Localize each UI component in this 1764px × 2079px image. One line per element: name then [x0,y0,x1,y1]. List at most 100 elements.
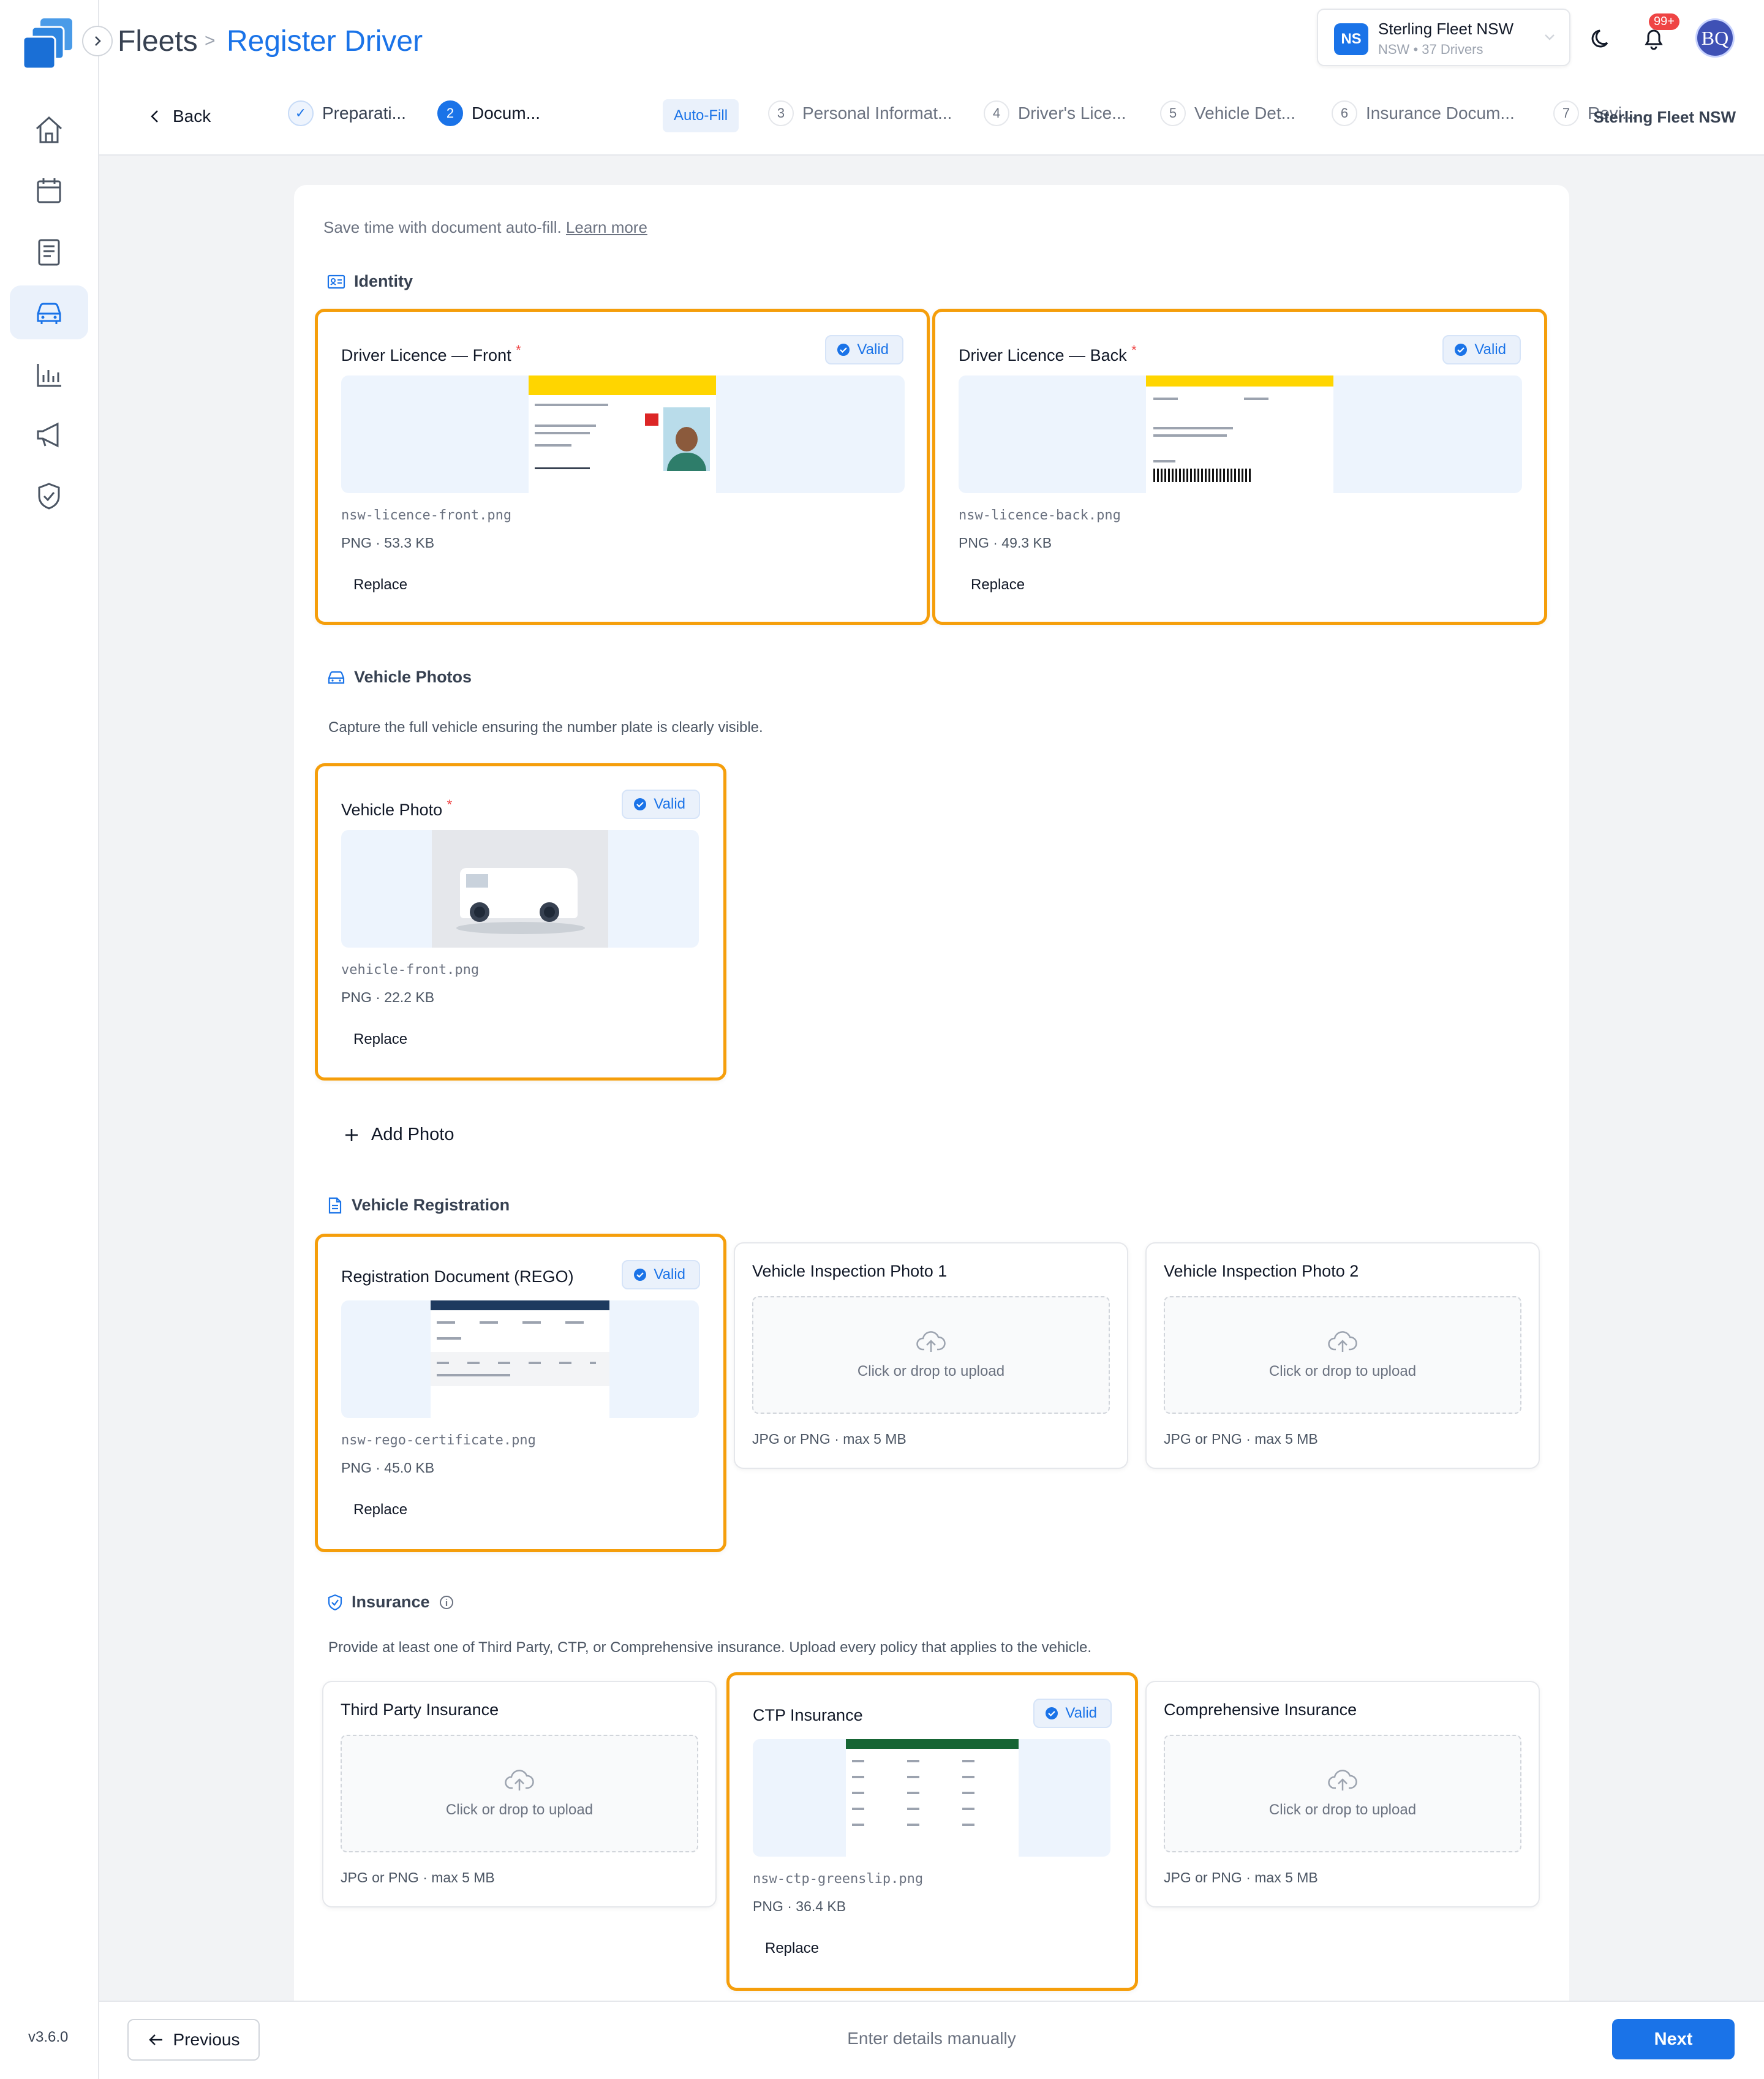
file-name: nsw-licence-front.png [341,508,512,523]
cloud-upload-icon [916,1331,946,1352]
licence-back-thumbnail[interactable] [959,375,1522,493]
doc-card-licence-back[interactable]: Driver Licence — Back * Valid nsw-licenc… [932,309,1547,625]
licence-back-image [1146,375,1333,493]
add-photo-label: Add Photo [371,1125,454,1144]
nav-calendar[interactable] [22,164,76,218]
dark-mode-toggle-icon[interactable] [1589,25,1616,51]
nav-compliance[interactable] [22,469,76,523]
replace-button[interactable]: Replace [959,572,1037,598]
upload-dropzone[interactable]: Click or drop to upload [752,1296,1110,1414]
step-4[interactable]: 4 Driver's Lice... [984,100,1126,126]
replace-button[interactable]: Replace [341,572,420,598]
doc-card-comprehensive-insurance[interactable]: Comprehensive Insurance Click or drop to… [1145,1681,1540,1907]
page-title: Register Driver [227,25,423,58]
check-circle-icon [1046,1707,1058,1719]
app-logo[interactable] [22,16,77,71]
file-name: nsw-rego-certificate.png [341,1433,536,1448]
doc-card-vehicle-photo[interactable]: Vehicle Photo * Valid vehicle-front.png … [315,763,726,1081]
add-photo-button[interactable]: Add Photo [343,1125,454,1145]
check-circle-icon [634,1269,647,1281]
nav-home[interactable] [22,103,76,157]
nav-reports[interactable] [22,225,76,279]
upload-hint: JPG or PNG · max 5 MB [752,1431,907,1447]
autofill-button[interactable]: Auto-Fill [663,99,739,132]
section-insurance: Insurance [327,1593,454,1612]
upload-text: Click or drop to upload [1268,1363,1417,1379]
step-label: Preparati... [322,104,406,123]
step-3[interactable]: 3 Personal Informat... [768,100,952,126]
step-number: 4 [984,100,1009,126]
licence-front-thumbnail[interactable] [341,375,905,493]
step-1[interactable]: ✓ Preparati... [288,100,406,126]
step-number: 3 [768,100,794,126]
breadcrumb-fleets[interactable]: Fleets [118,25,198,58]
cloud-upload-icon [1328,1770,1357,1790]
ctp-thumbnail[interactable] [753,1739,1110,1857]
step-6[interactable]: 6 Insurance Docum... [1332,100,1515,126]
id-card-icon [327,274,345,289]
section-vehicle-registration: Vehicle Registration [327,1196,510,1215]
top-header: Fleets > Register Driver NS Sterling Fle… [99,0,1764,156]
org-avatar: NS [1334,23,1368,55]
upload-hint: JPG or PNG · max 5 MB [341,1870,495,1885]
upload-hint: JPG or PNG · max 5 MB [1164,1431,1318,1447]
step-check-icon: ✓ [288,100,314,126]
wizard-footer: Previous Enter details manually Next [99,2001,1764,2079]
chevron-right-icon [95,36,101,46]
replace-button[interactable]: Replace [753,1935,831,1962]
sidebar-expand-button[interactable] [82,26,113,56]
section-title-text: Insurance [352,1593,430,1611]
info-icon[interactable] [439,1594,454,1610]
doc-card-third-party-insurance[interactable]: Third Party Insurance Click or drop to u… [322,1681,717,1907]
doc-card-inspection-2[interactable]: Vehicle Inspection Photo 2 Click or drop… [1145,1242,1540,1469]
section-description: Provide at least one of Third Party, CTP… [328,1639,1091,1656]
next-button[interactable]: Next [1612,2019,1735,2059]
shield-check-icon [328,1594,342,1610]
org-name: Sterling Fleet NSW [1378,20,1514,38]
plus-icon [345,1128,358,1141]
file-meta: PNG · 53.3 KB [341,535,435,551]
file-name: nsw-ctp-greenslip.png [753,1871,924,1887]
section-title-text: Vehicle Photos [354,668,472,686]
doc-card-licence-front[interactable]: Driver Licence — Front * Valid nsw-licen… [315,309,930,625]
doc-card-rego[interactable]: Registration Document (REGO) Valid nsw-r… [315,1234,726,1552]
rego-thumbnail[interactable] [341,1300,699,1418]
doc-title: Vehicle Inspection Photo 1 [752,1262,948,1280]
wizard-org-label: Sterling Fleet NSW [1593,108,1736,126]
section-description: Capture the full vehicle ensuring the nu… [328,719,763,736]
back-button[interactable]: Back [148,107,211,126]
replace-button[interactable]: Replace [341,1026,420,1053]
upload-dropzone[interactable]: Click or drop to upload [341,1735,698,1852]
doc-title: Comprehensive Insurance [1164,1700,1357,1719]
doc-card-inspection-1[interactable]: Vehicle Inspection Photo 1 Click or drop… [734,1242,1128,1469]
step-5[interactable]: 5 Vehicle Det... [1160,100,1295,126]
step-number: 5 [1160,100,1186,126]
step-2[interactable]: 2 Docum... [437,100,540,126]
valid-badge: Valid [1033,1699,1112,1728]
upload-dropzone[interactable]: Click or drop to upload [1164,1735,1521,1852]
file-meta: PNG · 45.0 KB [341,1460,435,1476]
doc-title: CTP Insurance [753,1706,863,1724]
step-label: Driver's Lice... [1018,104,1126,123]
doc-title: Third Party Insurance [341,1700,499,1719]
home-icon [36,116,62,143]
nav-fleets[interactable] [10,285,88,339]
doc-card-ctp-insurance[interactable]: CTP Insurance Valid nsw-ctp-greenslip.pn… [726,1672,1138,1991]
enter-manually-link[interactable]: Enter details manually [99,2029,1764,2048]
upload-dropzone[interactable]: Click or drop to upload [1164,1296,1521,1414]
nav-analytics[interactable] [22,348,76,402]
file-meta: PNG · 36.4 KB [753,1898,846,1914]
user-avatar[interactable]: BQ [1695,18,1735,58]
vehicle-image [432,830,608,948]
cloud-upload-icon [1328,1331,1357,1352]
replace-button[interactable]: Replace [341,1496,420,1523]
notification-badge: 99+ [1649,13,1679,30]
step-label: Insurance Docum... [1366,104,1515,123]
nav-announcements[interactable] [22,408,76,462]
learn-more-link[interactable]: Learn more [566,218,647,236]
valid-badge: Valid [622,790,700,819]
app-version: v3.6.0 [28,2029,69,2045]
step-label: Vehicle Det... [1194,104,1295,123]
vehicle-photo-thumbnail[interactable] [341,830,699,948]
org-switcher[interactable]: NS Sterling Fleet NSW NSW • 37 Drivers [1317,9,1570,66]
